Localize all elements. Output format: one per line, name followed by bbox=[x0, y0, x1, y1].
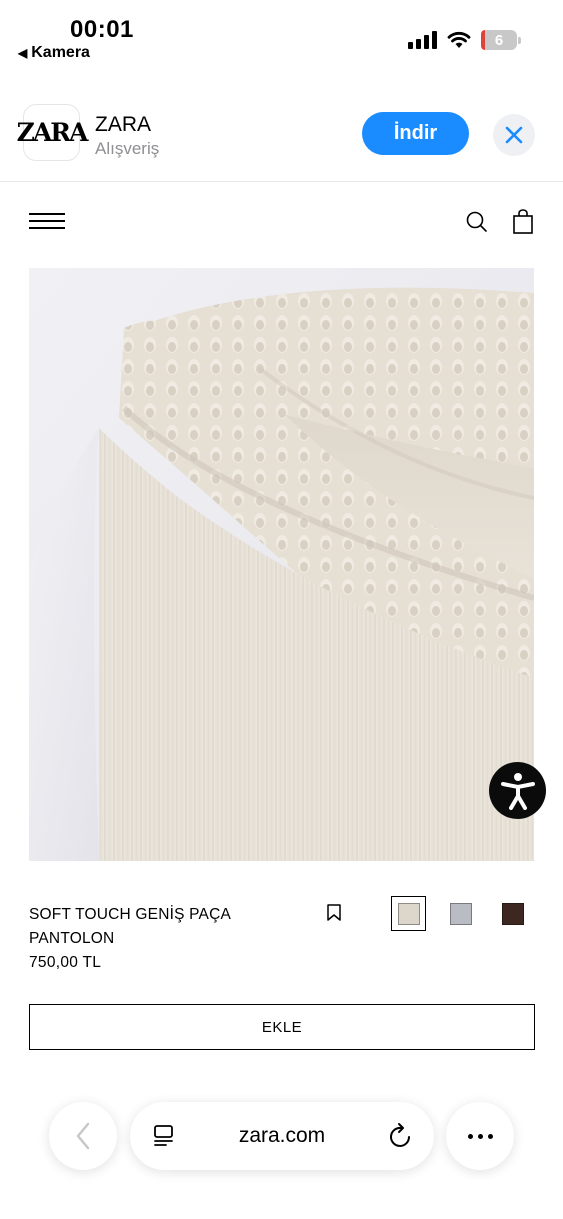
more-options-button[interactable] bbox=[446, 1102, 514, 1170]
battery-level: 6 bbox=[494, 31, 504, 49]
bookmark-icon[interactable] bbox=[326, 904, 342, 922]
address-bar[interactable]: zara.com bbox=[130, 1102, 434, 1170]
status-bar: 00:01 ◀ Kamera 6 bbox=[0, 0, 563, 70]
color-swatches bbox=[391, 896, 547, 931]
back-triangle-icon: ◀ bbox=[18, 46, 28, 60]
color-swatch[interactable] bbox=[391, 896, 426, 931]
accessibility-button[interactable] bbox=[489, 762, 546, 819]
more-dot bbox=[477, 1133, 483, 1139]
app-category: Alışveriş bbox=[95, 139, 160, 158]
browser-back-button[interactable] bbox=[49, 1102, 117, 1170]
more-dot bbox=[467, 1133, 473, 1139]
app-banner: ZARA ZARA Alışveriş İndir bbox=[0, 92, 563, 182]
pants-photo bbox=[29, 268, 534, 861]
search-icon[interactable] bbox=[465, 210, 489, 234]
product-name[interactable]: SOFT TOUCH GENİŞ PAÇA PANTOLON bbox=[29, 903, 289, 951]
color-swatch[interactable] bbox=[495, 896, 530, 931]
cellular-signal-icon bbox=[408, 31, 437, 49]
swatch-fill bbox=[501, 902, 524, 925]
hamburger-menu-icon[interactable] bbox=[29, 213, 65, 230]
back-app-label: Kamera bbox=[31, 44, 90, 61]
download-app-button[interactable]: İndir bbox=[362, 112, 469, 155]
back-to-app-link[interactable]: ◀ Kamera bbox=[18, 44, 90, 62]
swatch-fill bbox=[397, 902, 420, 925]
site-header bbox=[0, 185, 563, 261]
product-price: 750,00 TL bbox=[29, 954, 102, 971]
product-image[interactable] bbox=[29, 268, 534, 861]
chevron-left-icon bbox=[76, 1122, 90, 1150]
wifi-icon bbox=[447, 31, 471, 48]
zara-app-logo: ZARA bbox=[17, 104, 88, 161]
more-dot bbox=[487, 1133, 493, 1139]
battery-icon: 6 bbox=[481, 30, 521, 50]
color-swatch[interactable] bbox=[443, 896, 478, 931]
shopping-bag-icon[interactable] bbox=[512, 209, 534, 235]
status-icons: 6 bbox=[408, 30, 521, 50]
status-time: 00:01 bbox=[70, 16, 134, 43]
accessibility-icon bbox=[500, 772, 535, 810]
reload-icon[interactable] bbox=[388, 1122, 414, 1150]
add-to-cart-button[interactable]: EKLE bbox=[29, 1004, 535, 1050]
swatch-fill bbox=[449, 902, 472, 925]
app-name: ZARA bbox=[95, 113, 152, 136]
close-icon bbox=[505, 126, 523, 144]
close-banner-button[interactable] bbox=[493, 114, 535, 156]
